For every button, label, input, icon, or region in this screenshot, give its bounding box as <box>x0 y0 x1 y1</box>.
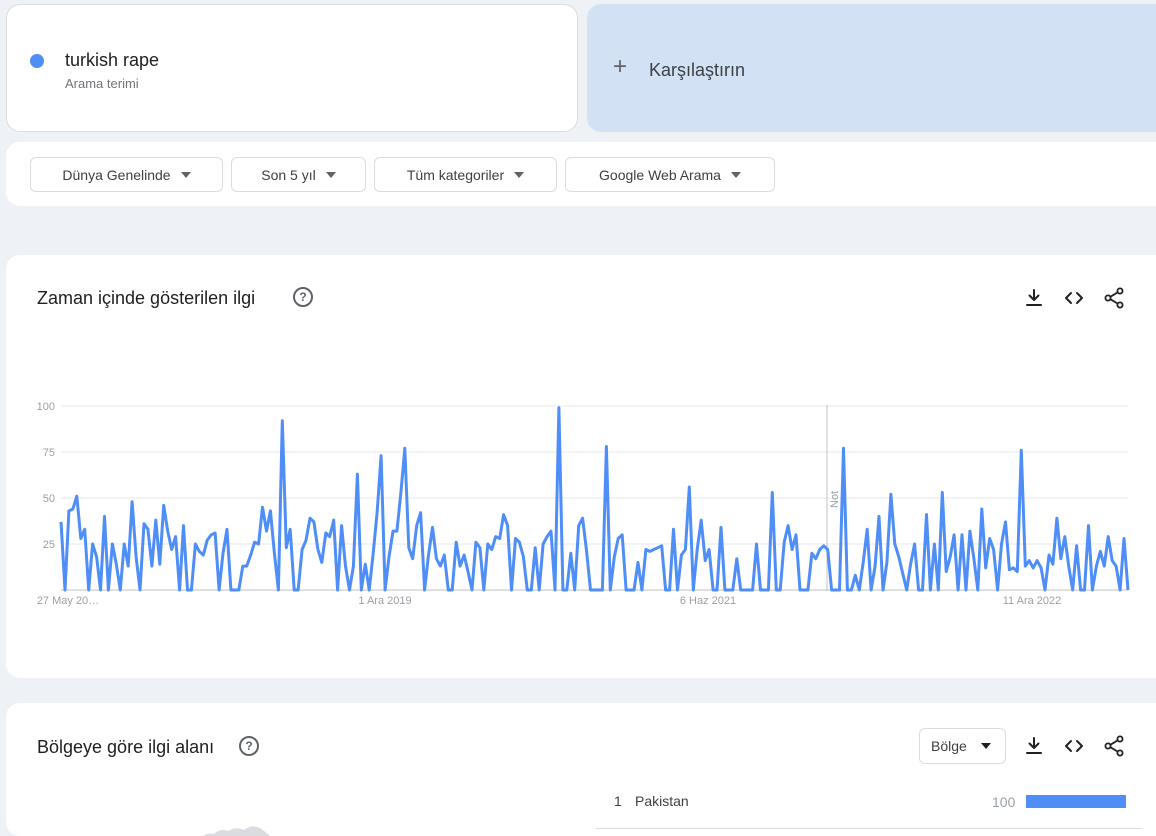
plus-icon: + <box>613 53 628 80</box>
filter-category[interactable]: Tüm kategoriler <box>374 157 557 192</box>
search-term-subtitle: Arama terimi <box>65 76 139 91</box>
panel-title: Bölgeye göre ilgi alanı <box>37 737 215 757</box>
caret-down-icon <box>180 171 191 178</box>
filter-time-range[interactable]: Son 5 yıl <box>231 157 366 192</box>
compare-label: Karşılaştırın <box>649 60 746 80</box>
filter-region-label: Dünya Genelinde <box>62 166 171 183</box>
interest-by-region-panel: Bölgeye göre ilgi alanı ? Bölge 1 Pakist… <box>6 703 1156 836</box>
filter-category-label: Tüm kategoriler <box>406 166 505 183</box>
embed-icon[interactable] <box>1062 734 1086 758</box>
caret-down-icon <box>730 171 741 178</box>
region-row[interactable]: 1 Pakistan 100 <box>596 791 1142 829</box>
y-tick-label: 75 <box>43 447 55 459</box>
x-tick-label: 1 Ara 2019 <box>358 595 411 607</box>
x-tick-label: 27 May 20… <box>37 595 99 607</box>
filter-bar: Dünya Genelinde Son 5 yıl Tüm kategorile… <box>6 142 1156 206</box>
y-tick-label: 25 <box>43 539 55 551</box>
region-name: Pakistan <box>635 793 689 809</box>
region-resolution-select[interactable]: Bölge <box>919 728 1006 764</box>
search-term-title[interactable]: turkish rape <box>65 50 159 71</box>
filter-search-type-label: Google Web Arama <box>599 166 721 183</box>
term-color-dot <box>30 54 44 68</box>
x-tick-label: 11 Ara 2022 <box>1003 595 1062 607</box>
series-line <box>59 406 1130 592</box>
download-icon[interactable] <box>1022 734 1046 758</box>
x-tick-label: 6 Haz 2021 <box>680 595 736 607</box>
caret-down-icon <box>980 743 991 749</box>
compare-button[interactable]: + Karşılaştırın <box>587 4 1156 132</box>
filter-region[interactable]: Dünya Genelinde <box>30 157 223 192</box>
region-select-label: Bölge <box>931 738 967 754</box>
region-value-bar <box>1026 795 1126 808</box>
filter-search-type[interactable]: Google Web Arama <box>565 157 775 192</box>
y-tick-label: 100 <box>37 401 55 413</box>
region-rank: 1 <box>614 793 622 809</box>
world-map[interactable] <box>196 818 276 836</box>
note-marker-label[interactable]: Not <box>829 491 841 508</box>
interest-line-chart[interactable]: Not 25 50 75 100 27 May 20… 1 Ara 2019 6 Haz … <box>6 255 1156 678</box>
caret-down-icon <box>514 171 525 178</box>
search-term-card[interactable]: turkish rape Arama terimi <box>6 4 578 132</box>
share-icon[interactable] <box>1102 734 1126 758</box>
y-tick-label: 50 <box>43 493 55 505</box>
interest-over-time-panel: Zaman içinde gösterilen ilgi ? Not 25 50 7… <box>6 255 1156 678</box>
region-value: 100 <box>992 794 1016 810</box>
filter-time-label: Son 5 yıl <box>261 166 316 183</box>
help-icon[interactable]: ? <box>239 736 259 756</box>
caret-down-icon <box>325 171 336 178</box>
